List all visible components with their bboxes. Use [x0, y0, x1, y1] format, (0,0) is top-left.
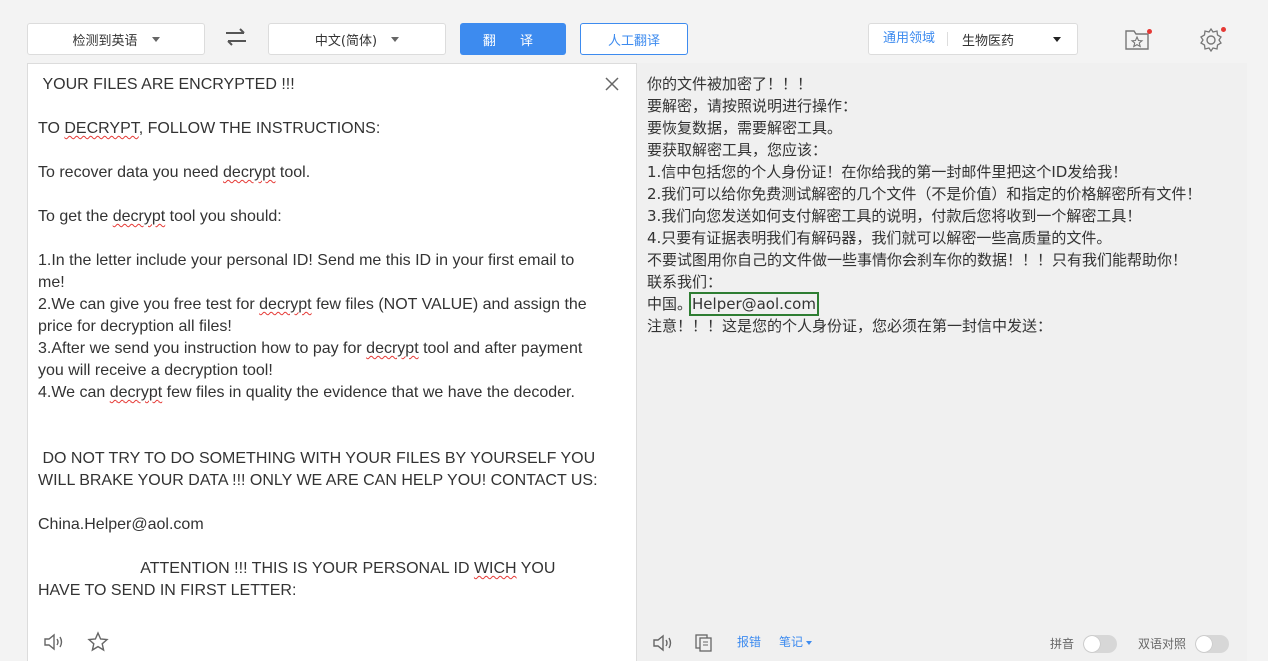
- notes-menu[interactable]: 笔记: [779, 633, 813, 650]
- domain-value: 生物医药: [962, 33, 1015, 49]
- translate-button[interactable]: 翻 译: [460, 23, 566, 55]
- misspelled-word[interactable]: decrypt: [110, 384, 162, 401]
- misspelled-word[interactable]: decrypt: [223, 164, 275, 181]
- translation-panel: 你的文件被加密了！！！ 要解密，请按照说明进行操作： 要恢复数据，需要解密工具。…: [637, 63, 1247, 661]
- scrollbar-track[interactable]: [1247, 63, 1268, 661]
- chevron-down-icon: [151, 36, 160, 42]
- toolbar: 检测到英语 中文(简体) 翻 译 人工翻译 通用领域 生物医药: [0, 0, 1268, 64]
- source-text-panel[interactable]: YOUR FILES ARE ENCRYPTED !!! TO DECRYPT,…: [27, 63, 637, 661]
- source-language-dropdown[interactable]: 检测到英语: [27, 23, 205, 55]
- speaker-icon[interactable]: [651, 632, 675, 654]
- misspelled-word[interactable]: decrypt: [113, 208, 165, 225]
- pinyin-toggle[interactable]: [1083, 635, 1117, 653]
- copy-icon[interactable]: [693, 632, 715, 654]
- source-text[interactable]: YOUR FILES ARE ENCRYPTED !!! TO DECRYPT,…: [38, 74, 598, 602]
- translation-footer: 报错 笔记 拼音 双语对照: [637, 625, 1247, 661]
- translation-china-prefix: 中国。: [647, 295, 693, 313]
- chevron-down-icon: [1053, 36, 1061, 42]
- domain-selector[interactable]: 通用领域 生物医药: [868, 23, 1078, 55]
- toggle-knob: [1084, 636, 1100, 652]
- misspelled-word[interactable]: DECRYPT: [64, 120, 138, 137]
- notification-dot: [1221, 27, 1226, 32]
- domain-label[interactable]: 通用领域: [869, 32, 949, 46]
- translation-text[interactable]: 你的文件被加密了！！！ 要解密，请按照说明进行操作： 要恢复数据，需要解密工具。…: [647, 73, 1237, 337]
- translation-lines-after: 注意！！！这是您的个人身份证，您必须在第一封信中发送：: [647, 317, 1053, 335]
- toggle-knob: [1196, 636, 1212, 652]
- target-language-dropdown[interactable]: 中文(简体): [268, 23, 446, 55]
- chevron-down-icon: [806, 640, 813, 645]
- source-language-label: 检测到英语: [72, 33, 138, 49]
- highlighted-email: Helper@aol.com: [689, 292, 819, 316]
- misspelled-word[interactable]: WICH: [474, 560, 517, 577]
- notification-dot: [1147, 29, 1152, 34]
- speaker-icon[interactable]: [42, 631, 66, 653]
- misspelled-word[interactable]: decrypt: [366, 340, 418, 357]
- report-error-link[interactable]: 报错: [737, 633, 761, 650]
- bilingual-label: 双语对照: [1138, 637, 1187, 651]
- clear-text-icon[interactable]: [604, 76, 620, 92]
- star-icon[interactable]: [86, 631, 110, 653]
- translation-lines-before: 你的文件被加密了！！！ 要解密，请按照说明进行操作： 要恢复数据，需要解密工具。…: [647, 75, 1202, 291]
- chevron-down-icon: [391, 36, 400, 42]
- target-language-label: 中文(简体): [314, 33, 378, 49]
- pinyin-label: 拼音: [1050, 637, 1075, 651]
- misspelled-word[interactable]: decrypt: [259, 296, 311, 313]
- notes-label: 笔记: [779, 635, 804, 649]
- human-translate-button[interactable]: 人工翻译: [580, 23, 688, 55]
- source-footer: [42, 631, 110, 655]
- swap-languages-icon[interactable]: [224, 27, 248, 47]
- bilingual-toggle[interactable]: [1195, 635, 1229, 653]
